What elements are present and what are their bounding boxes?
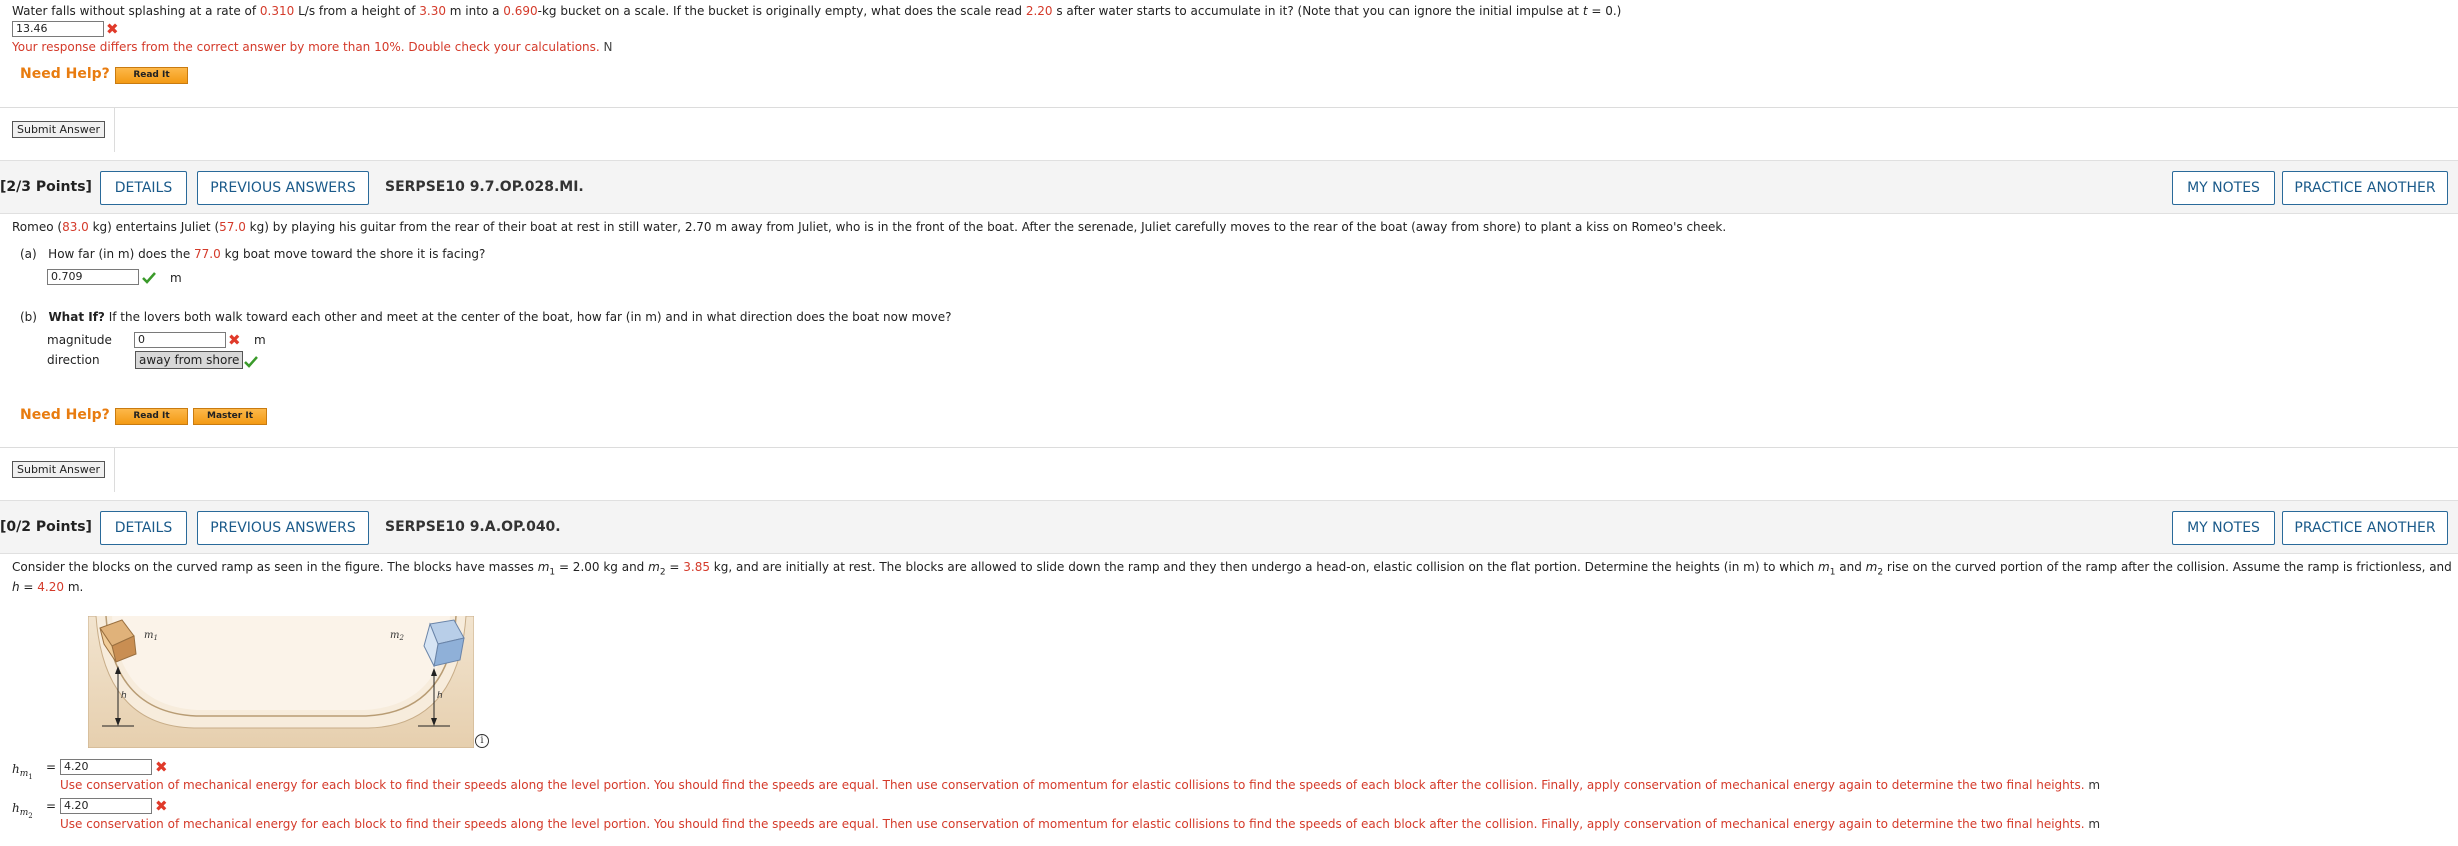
q1-rate: 0.310 <box>259 4 295 18</box>
svg-text:h: h <box>121 691 127 701</box>
incorrect-icon: ✖ <box>155 758 168 776</box>
q2-problem-code: SERPSE10 9.7.OP.028.MI. <box>385 179 584 195</box>
read-it-button[interactable]: Read It <box>115 408 188 425</box>
incorrect-icon: ✖ <box>106 20 119 38</box>
q3-stem: Consider the blocks on the curved ramp a… <box>12 560 2452 578</box>
q1-mass: 0.690 <box>503 4 538 18</box>
practice-another-button[interactable]: PRACTICE ANOTHER <box>2282 511 2448 545</box>
q2-submit-bar: Submit Answer <box>0 447 2458 492</box>
direction-label: direction <box>47 353 100 367</box>
incorrect-icon: ✖ <box>228 331 241 349</box>
h-m1-equals: = <box>46 760 57 774</box>
h-m1-input[interactable]: 4.20 <box>60 759 152 775</box>
q3-h-value-line: h = 4.20 m. <box>12 580 84 594</box>
q2-header: [2/3 Points] DETAILS PREVIOUS ANSWERS SE… <box>0 160 2458 214</box>
practice-another-button[interactable]: PRACTICE ANOTHER <box>2282 171 2448 205</box>
q1-answer-input[interactable]: 13.46 <box>12 21 104 37</box>
h-m2-label: hm2 <box>12 801 33 820</box>
q2-points: [2/3 Points] <box>0 179 92 195</box>
master-it-button[interactable]: Master It <box>193 408 267 425</box>
my-notes-button[interactable]: MY NOTES <box>2172 171 2275 205</box>
block-m2 <box>423 619 465 668</box>
details-button[interactable]: DETAILS <box>100 511 187 545</box>
q3-header: [0/2 Points] DETAILS PREVIOUS ANSWERS SE… <box>0 500 2458 554</box>
q2-part-a-unit: m <box>170 271 182 285</box>
correct-icon <box>142 272 156 284</box>
q1-height: 3.30 <box>419 4 446 18</box>
q1-stem: Water falls without splashing at a rate … <box>12 4 1622 18</box>
q3-points: [0/2 Points] <box>0 519 92 535</box>
h-m2-input[interactable]: 4.20 <box>60 798 152 814</box>
q1-unit: N <box>603 40 613 54</box>
submit-answer-button[interactable]: Submit Answer <box>12 121 106 138</box>
ramp-figure: m1 m2 h h <box>88 616 474 748</box>
q2-part-a-input[interactable]: 0.709 <box>47 269 139 285</box>
info-icon[interactable]: i <box>475 734 489 748</box>
magnitude-label: magnitude <box>47 333 112 347</box>
previous-answers-button[interactable]: PREVIOUS ANSWERS <box>197 171 369 205</box>
q2-stem: Romeo (83.0 kg) entertains Juliet (57.0 … <box>12 220 1727 234</box>
incorrect-icon: ✖ <box>155 797 168 815</box>
direction-select[interactable]: away from shore <box>135 351 244 369</box>
q1-submit-bar: Submit Answer <box>0 107 2458 152</box>
q1-feedback: Your response differs from the correct a… <box>12 40 613 54</box>
q2-part-b: (b) What If? If the lovers both walk tow… <box>20 310 952 324</box>
previous-answers-button[interactable]: PREVIOUS ANSWERS <box>197 511 369 545</box>
h-m2-hint: Use conservation of mechanical energy fo… <box>60 817 2101 831</box>
submit-answer-button[interactable]: Submit Answer <box>12 461 106 478</box>
magnitude-unit: m <box>254 333 266 347</box>
my-notes-button[interactable]: MY NOTES <box>2172 511 2275 545</box>
correct-icon <box>244 356 258 368</box>
svg-text:h: h <box>437 691 443 701</box>
h-m1-hint: Use conservation of mechanical energy fo… <box>60 778 2101 792</box>
q3-problem-code: SERPSE10 9.A.OP.040. <box>385 519 561 535</box>
h-m1-label: hm1 <box>12 762 33 781</box>
magnitude-input[interactable]: 0 <box>134 332 226 348</box>
read-it-button[interactable]: Read It <box>115 67 188 84</box>
need-help-label: Need Help? <box>20 66 110 82</box>
need-help-label: Need Help? <box>20 407 110 423</box>
details-button[interactable]: DETAILS <box>100 171 187 205</box>
q1-time: 2.20 <box>1025 4 1053 18</box>
h-m2-equals: = <box>46 799 57 813</box>
q2-part-a: (a) How far (in m) does the 77.0 kg boat… <box>20 247 486 261</box>
